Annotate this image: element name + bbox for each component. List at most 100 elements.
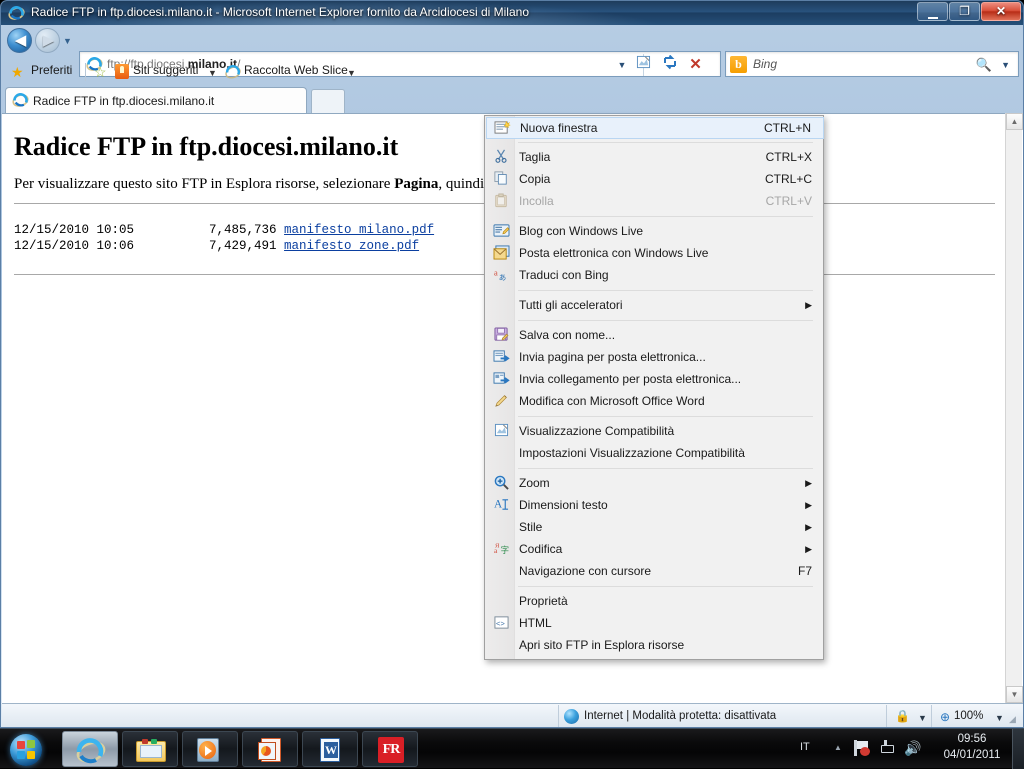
web-slice-icon [225,64,241,79]
taskbar-button-word[interactable]: W [302,731,358,767]
favorites-button[interactable]: Preferiti [31,63,72,81]
menu-item-label: Copia [519,172,551,186]
language-indicator[interactable]: IT [800,741,810,753]
security-alert-icon[interactable] [854,740,871,756]
menu-item-shortcut: CTRL+N [763,121,811,135]
svg-text:字: 字 [500,545,508,555]
maximize-button[interactable]: ❐ [949,2,980,21]
minimize-button[interactable] [917,2,948,21]
zoom-caret-icon[interactable]: ▼ [995,713,1004,723]
security-zone-label: Internet | Modalità protetta: disattivat… [584,710,777,722]
taskbar-button-internet-explorer[interactable] [62,731,118,767]
submenu-arrow-icon: ▶ [805,478,812,488]
tab-ftp-root[interactable]: Radice FTP in ftp.diocesi.milano.it [5,87,307,113]
taskbar-button-media-player[interactable] [182,731,238,767]
title-bar: Radice FTP in ftp.diocesi.milano.it - Mi… [1,1,1023,25]
menu-item-label: Zoom [519,476,550,490]
zoom-level-label[interactable]: 100% [954,710,983,722]
clock-date[interactable]: 04/01/2011 [936,749,1008,761]
protected-mode-icon[interactable]: 🔒 [895,709,912,724]
show-desktop-button[interactable] [1012,729,1024,769]
menu-item-blog-con-windows-live[interactable]: Blog con Windows Live [486,221,824,243]
menu-item-nuova-finestra[interactable]: Nuova finestra CTRL+N [486,117,824,139]
status-separator-1 [558,705,559,727]
clock-time[interactable]: 09:56 [936,733,1008,745]
menu-item-dimensioni-testo[interactable]: A Dimensioni testo ▶ [486,495,824,517]
menu-item-zoom[interactable]: Zoom ▶ [486,473,824,495]
pagina-dropdown-menu: Nuova finestra CTRL+N Taglia CTRL+X Copia CTR… [484,115,824,660]
save-as-icon [491,327,511,345]
tab-label: Radice FTP in ftp.diocesi.milano.it [33,94,215,108]
menu-item-copia[interactable]: Copia CTRL+C [486,169,824,191]
file-link[interactable]: manifesto_milano.pdf [284,223,434,237]
menu-item-traduci-con-bing[interactable]: a あ Traduci con Bing [486,265,824,287]
network-icon[interactable] [879,740,896,756]
menu-separator [518,290,813,291]
folder-icon [136,739,166,762]
zoom-icon[interactable]: ⊕ [940,710,950,724]
tray-expand-caret-icon[interactable]: ▲ [834,743,842,752]
recent-pages-caret-icon[interactable]: ▼ [63,36,73,46]
menu-separator [518,142,813,143]
menu-item-salva-con-nome[interactable]: Salva con nome... [486,325,824,347]
menu-item-html[interactable]: <> HTML [486,613,824,635]
resource-app-icon: FR [378,737,404,763]
menu-item-label: Tutti gli acceleratori [519,298,623,312]
file-meta: 12/15/2010 10:06 7,429,491 [14,239,285,253]
resize-grip-icon[interactable]: ◢ [1009,714,1021,726]
menu-item-impostazioni-visualizzazione-compatibilit[interactable]: Impostazioni Visualizzazione Compatibili… [486,443,824,465]
menu-item-shortcut: CTRL+C [764,172,812,186]
word-icon: W [318,738,344,763]
edit-word-icon [491,393,511,411]
protected-mode-caret-icon[interactable]: ▼ [918,713,927,723]
tab-strip: Radice FTP in ftp.diocesi.milano.it [1,85,1023,113]
menu-item-label: HTML [519,616,552,630]
menu-item-label: Invia collegamento per posta elettronica… [519,372,742,386]
menu-item-label: Posta elettronica con Windows Live [519,246,709,260]
menu-item-incolla: Incolla CTRL+V [486,191,824,213]
status-separator-3 [931,705,932,727]
menu-item-codifica[interactable]: a Я 字 Codifica ▶ [486,539,824,561]
forward-button[interactable]: ▶ [35,28,60,53]
media-player-icon [197,738,225,762]
new-tab-button[interactable] [311,89,345,113]
svg-text:A: A [494,498,503,510]
scroll-up-button[interactable]: ▲ [1006,113,1023,130]
internet-zone-icon [564,709,579,724]
add-to-favorites-icon[interactable]: ☆ [94,64,107,81]
menu-item-propriet[interactable]: Proprietà [486,591,824,613]
window-title: Radice FTP in ftp.diocesi.milano.it - Mi… [31,5,529,19]
web-slice-gallery-button[interactable]: Raccolta Web Slice [244,63,348,81]
volume-icon[interactable]: 🔊 [904,740,922,756]
menu-item-visualizzazione-compatibilit[interactable]: Visualizzazione Compatibilità [486,421,824,443]
menu-item-tutti-gli-acceleratori[interactable]: Tutti gli acceleratori ▶ [486,295,824,317]
taskbar-button-resource-app[interactable]: FR [362,731,418,767]
menu-item-invia-collegamento-per-posta-elettronica[interactable]: Invia collegamento per posta elettronica… [486,369,824,391]
menu-item-label: Taglia [519,150,551,164]
web-slice-caret-icon[interactable]: ▼ [347,68,356,78]
back-button[interactable]: ◀ [7,28,32,53]
menu-item-taglia[interactable]: Taglia CTRL+X [486,147,824,169]
start-button[interactable] [4,730,56,768]
menu-item-label: Impostazioni Visualizzazione Compatibili… [519,446,745,460]
page-scrollbar[interactable]: ▲ ▼ [1005,113,1023,703]
menu-item-stile[interactable]: Stile ▶ [486,517,824,539]
menu-item-posta-elettronica-con-windows-live[interactable]: Posta elettronica con Windows Live [486,243,824,265]
close-button[interactable]: ✕ [981,2,1021,21]
submenu-arrow-icon: ▶ [805,300,812,310]
menu-item-invia-pagina-per-posta-elettronica[interactable]: Invia pagina per posta elettronica... [486,347,824,369]
scroll-down-button[interactable]: ▼ [1006,686,1023,703]
menu-item-label: Incolla [519,194,554,208]
instructions-after: , quindi [438,176,485,192]
translate-icon: aあ [491,267,511,285]
suggested-sites-caret-icon[interactable]: ▼ [208,68,217,78]
menu-item-apri-sito-ftp-in-esplora-risorse[interactable]: Apri sito FTP in Esplora risorse [486,635,824,657]
menu-item-modifica-con-microsoft-office-word[interactable]: Modifica con Microsoft Office Word [486,391,824,413]
file-link[interactable]: manifesto_zone.pdf [284,239,419,253]
taskbar-button-powerpoint[interactable] [242,731,298,767]
menu-item-label: Blog con Windows Live [519,224,644,238]
menu-item-navigazione-con-cursore[interactable]: Navigazione con cursore F7 [486,561,824,583]
suggested-sites-button[interactable]: Siti suggeriti [133,63,198,81]
taskbar-button-windows-explorer[interactable] [122,731,178,767]
cut-icon [491,149,511,167]
